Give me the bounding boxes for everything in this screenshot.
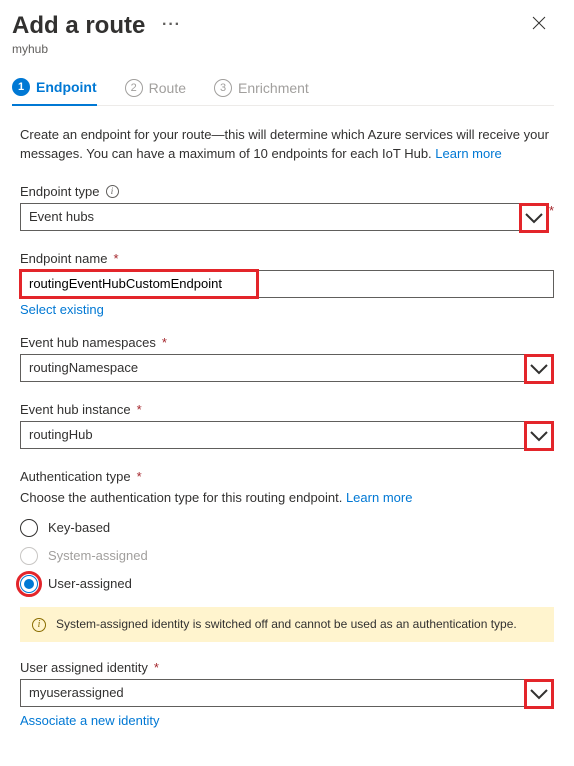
namespace-select[interactable]: routingNamespace: [20, 354, 526, 382]
endpoint-type-label: Endpoint type i: [20, 184, 554, 199]
associate-identity-link[interactable]: Associate a new identity: [20, 713, 159, 728]
chevron-down-icon[interactable]: [524, 354, 554, 384]
resource-name: myhub: [12, 42, 181, 56]
step-route[interactable]: 2 Route: [125, 70, 186, 105]
endpoint-name-label: Endpoint name *: [20, 251, 554, 266]
step-enrichment[interactable]: 3 Enrichment: [214, 70, 309, 105]
info-icon[interactable]: i: [106, 185, 119, 198]
auth-learn-more-link[interactable]: Learn more: [346, 490, 412, 505]
namespace-label: Event hub namespaces *: [20, 335, 554, 350]
select-existing-link[interactable]: Select existing: [20, 302, 104, 317]
auth-type-label: Authentication type *: [20, 469, 554, 484]
chevron-down-icon[interactable]: [524, 421, 554, 451]
intro-text: Create an endpoint for your route—this w…: [20, 126, 554, 164]
instance-label: Event hub instance *: [20, 402, 554, 417]
identity-select[interactable]: myuserassigned: [20, 679, 526, 707]
wizard-steps: 1 Endpoint 2 Route 3 Enrichment: [12, 70, 554, 106]
learn-more-link[interactable]: Learn more: [435, 146, 501, 161]
radio-system-assigned: System-assigned: [20, 547, 554, 565]
endpoint-type-select[interactable]: Event hubs: [20, 203, 521, 231]
step-endpoint[interactable]: 1 Endpoint: [12, 70, 97, 106]
instance-select[interactable]: routingHub: [20, 421, 526, 449]
auth-description: Choose the authentication type for this …: [20, 490, 554, 505]
identity-label: User assigned identity *: [20, 660, 554, 675]
close-icon[interactable]: [524, 12, 554, 39]
chevron-down-icon[interactable]: [524, 679, 554, 709]
info-icon: i: [32, 618, 46, 632]
endpoint-name-input[interactable]: [20, 270, 554, 298]
page-title: Add a route ···: [12, 12, 181, 40]
radio-user-assigned[interactable]: User-assigned: [20, 575, 554, 593]
more-icon[interactable]: ···: [162, 16, 181, 34]
chevron-down-icon[interactable]: [519, 203, 549, 233]
radio-key-based[interactable]: Key-based: [20, 519, 554, 537]
alert-system-assigned: i System-assigned identity is switched o…: [20, 607, 554, 642]
